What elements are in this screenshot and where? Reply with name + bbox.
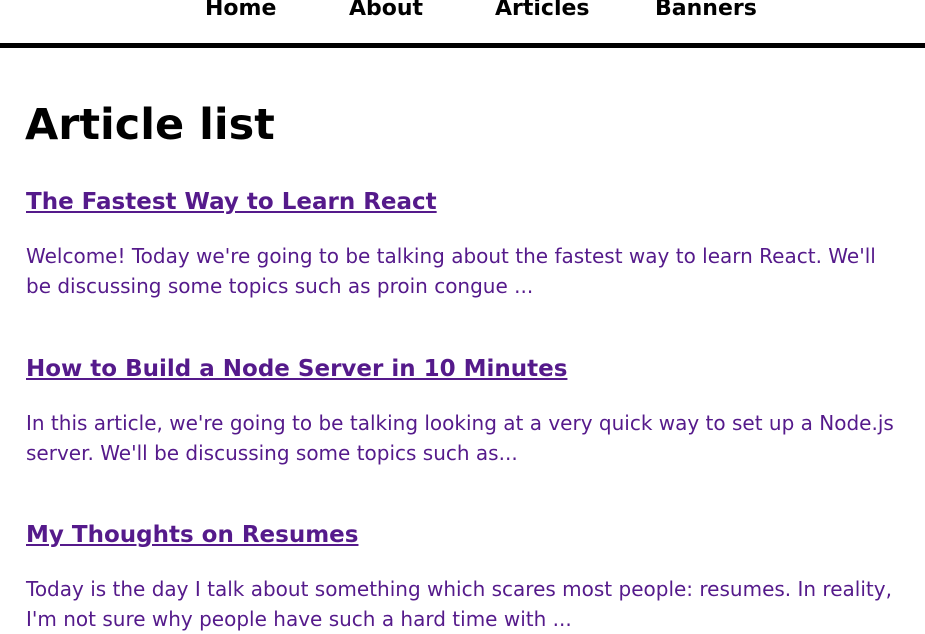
article-title-link[interactable]: How to Build a Node Server in 10 Minutes [26,354,567,384]
page-title: Article list [25,100,275,150]
nav-link-banners[interactable]: Banners [655,0,757,24]
article-list-item[interactable]: How to Build a Node Server in 10 Minutes… [26,354,906,468]
nav-link-about[interactable]: About [349,0,423,24]
article-list-item[interactable]: The Fastest Way to Learn React Welcome! … [26,187,906,301]
article-excerpt: Welcome! Today we're going to be talking… [26,244,876,298]
article-title-link[interactable]: The Fastest Way to Learn React [26,187,437,217]
nav-link-articles[interactable]: Articles [495,0,590,24]
article-list-item[interactable]: My Thoughts on Resumes Today is the day … [26,520,906,634]
nav-link-home[interactable]: Home [205,0,276,24]
article-excerpt: In this article, we're going to be talki… [26,411,894,465]
article-title-link[interactable]: My Thoughts on Resumes [26,520,358,550]
top-navigation: Home About Articles Banners [0,0,925,48]
article-excerpt: Today is the day I talk about something … [26,577,892,631]
